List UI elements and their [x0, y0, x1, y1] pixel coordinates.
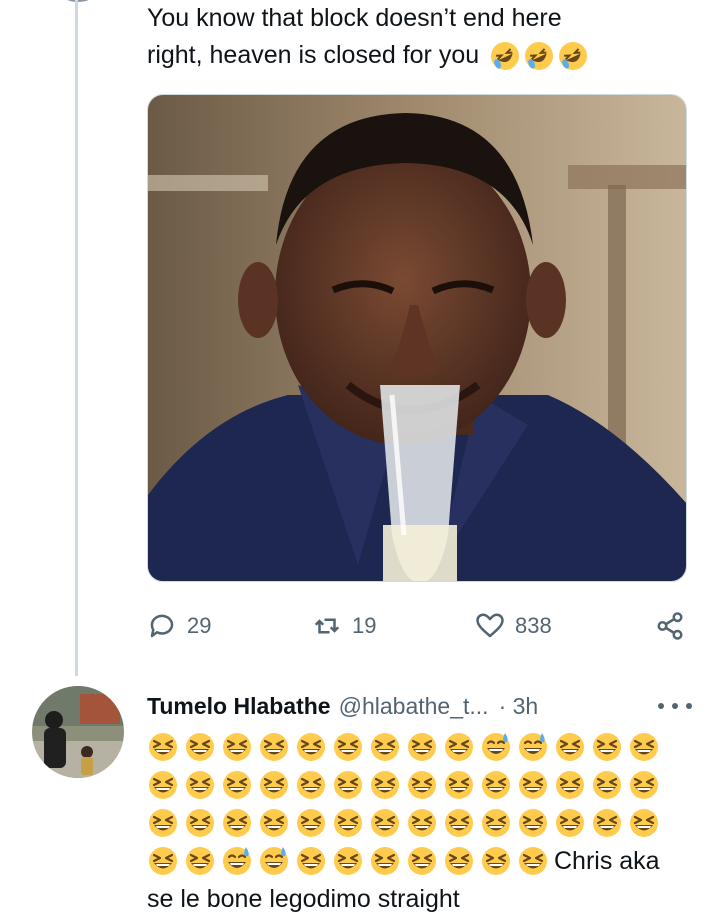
grin-squint-emoji-icon [628, 731, 660, 763]
tweet-text-line1: You know that block doesn’t end here [147, 4, 562, 32]
grin-squint-emoji-icon [591, 731, 623, 763]
grin-squint-emoji-icon [406, 845, 438, 877]
grin-squint-emoji-icon [184, 731, 216, 763]
grin-squint-emoji-icon [443, 769, 475, 801]
grin-squint-emoji-icon [221, 731, 253, 763]
retweet-action[interactable]: 19 [312, 604, 376, 648]
grin-squint-emoji-icon [147, 845, 179, 877]
grin-squint-emoji-icon [295, 807, 327, 839]
grin-squint-emoji-icon [147, 807, 179, 839]
grin-squint-emoji-icon [295, 731, 327, 763]
grin-squint-emoji-icon [628, 769, 660, 801]
reply-body: Chris aka se le bone legodimo straight [147, 728, 692, 918]
grin-sweat-emoji-icon [221, 845, 253, 877]
grin-squint-emoji-icon [221, 807, 253, 839]
grin-squint-emoji-icon [628, 807, 660, 839]
tweet-photo[interactable] [147, 94, 687, 582]
grin-squint-emoji-icon [406, 769, 438, 801]
grin-squint-emoji-icon [221, 769, 253, 801]
grin-squint-emoji-icon [295, 845, 327, 877]
reply-text-last-line: se le bone legodimo straight [147, 885, 460, 913]
grin-squint-emoji-icon [258, 807, 290, 839]
reply-text-inline: Chris aka [554, 847, 660, 875]
grin-squint-emoji-icon [369, 807, 401, 839]
share-action[interactable] [655, 604, 685, 648]
grin-squint-emoji-icon [591, 769, 623, 801]
grin-squint-emoji-icon [369, 731, 401, 763]
grin-squint-emoji-icon [406, 731, 438, 763]
grin-squint-emoji-icon [517, 845, 549, 877]
avatar-photo-icon [32, 686, 124, 778]
heart-icon [476, 613, 504, 638]
grin-squint-emoji-icon [443, 845, 475, 877]
grin-squint-emoji-icon [184, 769, 216, 801]
grin-squint-emoji-icon [554, 731, 586, 763]
grin-squint-emoji-icon [554, 769, 586, 801]
rofl-emoji-group [489, 40, 591, 72]
grin-squint-emoji-icon [147, 731, 179, 763]
grin-squint-emoji-icon [443, 731, 475, 763]
grin-squint-emoji-icon [480, 769, 512, 801]
rofl-emoji-icon [523, 40, 555, 72]
retweet-count: 19 [352, 613, 377, 638]
more-options-icon[interactable] [658, 688, 692, 724]
emoji-row [147, 728, 692, 766]
grin-squint-emoji-icon [554, 807, 586, 839]
grin-squint-emoji-icon [517, 769, 549, 801]
grin-squint-emoji-icon [332, 807, 364, 839]
rofl-emoji-icon [557, 40, 589, 72]
grin-sweat-emoji-icon [480, 731, 512, 763]
grin-squint-emoji-icon [480, 845, 512, 877]
grin-squint-emoji-icon [332, 731, 364, 763]
grin-squint-emoji-icon [480, 807, 512, 839]
reply-avatar[interactable] [32, 686, 124, 778]
thread-line [75, 0, 78, 676]
man-drinking-champagne-photo-icon [148, 95, 686, 581]
like-count: 838 [515, 613, 552, 638]
grin-squint-emoji-icon [517, 807, 549, 839]
grin-squint-emoji-icon [332, 769, 364, 801]
reply-author-handle[interactable]: @hlabathe_t... [339, 693, 489, 720]
grin-squint-emoji-icon [369, 845, 401, 877]
reply-action[interactable]: 29 [147, 604, 211, 648]
emoji-row [147, 766, 692, 804]
grin-squint-emoji-icon [295, 769, 327, 801]
tweet-text-line2-content: right, heaven is closed for you [147, 41, 480, 69]
grin-squint-emoji-icon [443, 807, 475, 839]
share-icon [657, 612, 683, 640]
tweet-actions: 29 19 838 [147, 604, 692, 648]
reply-header: Tumelo Hlabathe @hlabathe_t... · 3h [147, 688, 692, 724]
grin-squint-emoji-icon [591, 807, 623, 839]
grin-squint-emoji-icon [184, 807, 216, 839]
grin-squint-emoji-icon [369, 769, 401, 801]
reply-icon [150, 614, 174, 638]
grin-sweat-emoji-icon [517, 731, 549, 763]
grin-squint-emoji-icon [406, 807, 438, 839]
emoji-row: Chris aka [147, 842, 692, 880]
grin-squint-emoji-icon [184, 845, 216, 877]
grin-squint-emoji-icon [332, 845, 364, 877]
grin-squint-emoji-icon [147, 769, 179, 801]
reply-author-name[interactable]: Tumelo Hlabathe [147, 693, 331, 720]
grin-squint-emoji-icon [258, 769, 290, 801]
retweet-icon [314, 618, 340, 634]
reply-count: 29 [187, 613, 212, 638]
rofl-emoji-icon [489, 40, 521, 72]
tweet-text-line2: right, heaven is closed for you [147, 37, 687, 74]
emoji-row [147, 804, 692, 842]
grin-squint-emoji-icon [258, 731, 290, 763]
previous-avatar[interactable] [48, 0, 108, 2]
grin-sweat-emoji-icon [258, 845, 290, 877]
like-action[interactable]: 838 [475, 604, 552, 648]
tweet-text: You know that block doesn’t end here rig… [147, 0, 687, 74]
reply-timestamp[interactable]: · 3h [499, 693, 539, 720]
